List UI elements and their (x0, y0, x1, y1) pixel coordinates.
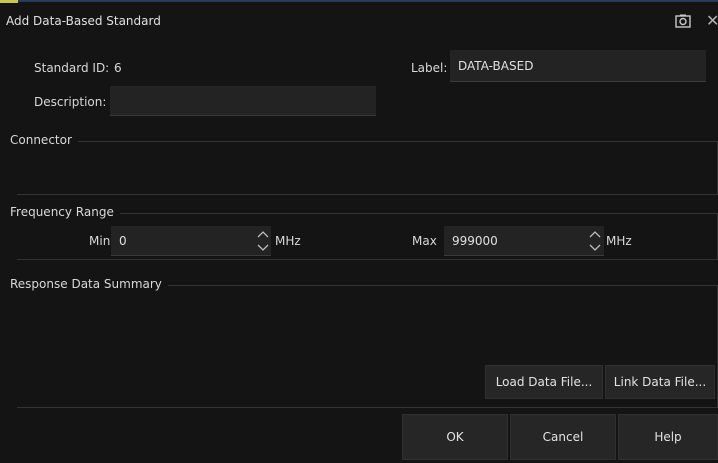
description-label: Description: (34, 95, 107, 109)
max-label: Max (412, 234, 437, 248)
connector-group-title: Connector (10, 133, 78, 147)
standard-id-value: 6 (114, 61, 122, 75)
max-unit: MHz (606, 234, 632, 248)
title-bar: Add Data-Based Standard ✕ (0, 4, 718, 36)
response-summary-title: Response Data Summary (10, 277, 168, 291)
link-data-file-label: Link Data File... (613, 375, 707, 389)
ok-label: OK (446, 430, 464, 444)
min-spin-buttons[interactable] (256, 228, 270, 254)
max-spin-buttons[interactable] (588, 228, 602, 254)
label-label: Label: (411, 61, 448, 75)
help-label: Help (654, 430, 682, 444)
label-input[interactable] (450, 50, 706, 82)
camera-icon[interactable] (675, 14, 691, 28)
cancel-button[interactable]: Cancel (510, 414, 616, 460)
add-standard-dialog: Add Data-Based Standard ✕ Standard ID: 6… (0, 0, 718, 463)
ok-button[interactable]: OK (402, 414, 508, 460)
link-data-file-button[interactable]: Link Data File... (605, 365, 715, 399)
cancel-label: Cancel (542, 430, 584, 444)
load-data-file-button[interactable]: Load Data File... (485, 365, 603, 399)
min-frequency-input[interactable] (111, 226, 271, 256)
connector-group (17, 141, 718, 195)
window-top-border (18, 0, 718, 2)
max-frequency-input[interactable] (444, 226, 604, 256)
standard-id-label: Standard ID: (34, 61, 110, 75)
min-label: Min (89, 234, 111, 248)
dialog-title: Add Data-Based Standard (6, 14, 161, 28)
description-input[interactable] (110, 86, 376, 116)
help-button[interactable]: Help (618, 414, 718, 460)
window-accent (0, 0, 18, 3)
frequency-range-title: Frequency Range (10, 205, 120, 219)
load-data-file-label: Load Data File... (495, 375, 593, 389)
min-unit: MHz (275, 234, 301, 248)
close-icon[interactable]: ✕ (706, 11, 718, 30)
